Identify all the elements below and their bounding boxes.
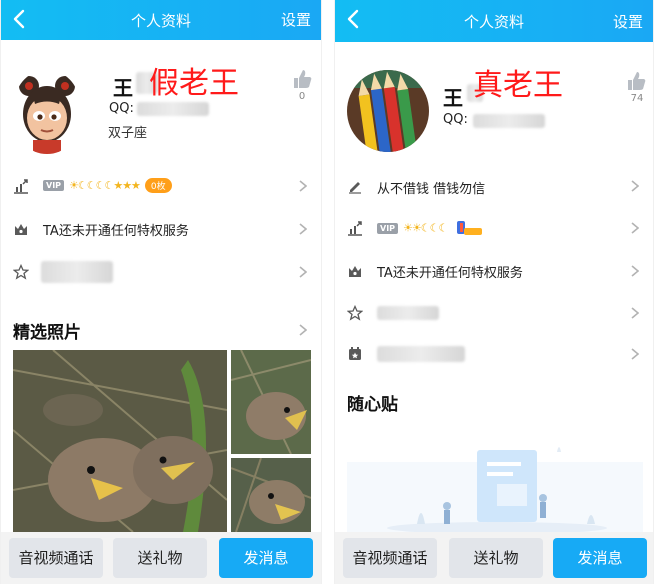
profile-name: 王 <box>113 76 133 100</box>
notes-heading: 随心贴 <box>347 395 398 415</box>
annotation-text: 真老王 <box>473 68 563 103</box>
action-bar: 音视频通话 送礼物 发消息 <box>335 532 653 584</box>
chevron-right-icon <box>631 348 639 360</box>
profile-panel-left: 个人资料 设置 王 假老王 QQ: 双子座 0 VIP ☀☾☾☾☾★★★ 0枚 … <box>0 0 322 584</box>
privilege-row[interactable]: TA还未开通任何特权服务 <box>1 209 321 249</box>
level-info: VIP ☀☾☾☾☾★★★ 0枚 <box>43 178 172 193</box>
chevron-right-icon <box>631 222 639 234</box>
top-bar: 个人资料 设置 <box>335 0 653 42</box>
vip-badge: VIP <box>377 222 399 234</box>
profile-name: 王 <box>443 86 463 110</box>
video-call-button[interactable]: 音视频通话 <box>9 538 103 578</box>
page-title: 个人资料 <box>130 12 191 30</box>
edit-icon <box>349 182 361 194</box>
chevron-right-icon <box>631 265 639 277</box>
redacted-text <box>377 306 439 320</box>
rank-icon <box>348 221 362 236</box>
like-count: 74 <box>630 93 644 104</box>
qq-label: QQ: <box>109 101 134 116</box>
qq-label: QQ: <box>443 112 468 127</box>
photos-heading: 精选照片 <box>13 323 81 343</box>
vip-badge: VIP <box>43 180 65 191</box>
level-icons: ☀☾☾☾☾★★★ <box>69 179 141 192</box>
redacted-text <box>41 261 113 283</box>
photo-side-bottom[interactable] <box>231 458 311 532</box>
redacted-qq <box>137 102 209 116</box>
chevron-right-icon <box>299 180 307 192</box>
calendar-icon <box>349 347 361 360</box>
photo-main[interactable] <box>13 350 227 532</box>
page-title: 个人资料 <box>463 13 524 31</box>
send-message-button[interactable]: 发消息 <box>553 538 647 578</box>
redacted-qq <box>473 114 545 128</box>
settings-link[interactable]: 设置 <box>281 9 311 30</box>
medal-icon <box>457 221 483 235</box>
chevron-right-icon <box>299 266 307 278</box>
photo-side-top[interactable] <box>231 350 311 454</box>
thumbs-up-icon[interactable] <box>625 70 647 92</box>
signature-row[interactable]: 从不借钱 借钱勿信 <box>335 166 653 206</box>
crown-icon <box>349 266 361 277</box>
avatar[interactable] <box>15 70 79 154</box>
privilege-text: TA还未开通任何特权服务 <box>377 266 523 281</box>
send-gift-button[interactable]: 送礼物 <box>113 538 207 578</box>
profile-panel-right: 个人资料 设置 王 真老王 QQ: 74 从不借钱 借钱勿信 VIP ☀☀☾☾☾… <box>334 0 654 584</box>
comparison-screenshot: 个人资料 设置 王 假老王 QQ: 双子座 0 VIP ☀☾☾☾☾★★★ 0枚 … <box>0 0 654 584</box>
star-icon <box>347 305 363 321</box>
level-info: VIP ☀☀☾☾☾ <box>377 220 483 236</box>
favorites-row[interactable] <box>1 252 321 292</box>
level-row[interactable]: VIP ☀☀☾☾☾ <box>335 208 653 248</box>
calendar-row[interactable] <box>335 334 653 374</box>
signature-text: 从不借钱 借钱勿信 <box>377 182 486 197</box>
level-row[interactable]: VIP ☀☾☾☾☾★★★ 0枚 <box>1 166 321 206</box>
top-bar: 个人资料 设置 <box>1 0 321 40</box>
crown-icon <box>15 224 27 235</box>
avatar[interactable] <box>347 70 429 152</box>
redacted-text <box>377 346 465 362</box>
video-call-button[interactable]: 音视频通话 <box>343 538 437 578</box>
chevron-right-icon <box>631 180 639 192</box>
privilege-text: TA还未开通任何特权服务 <box>43 224 189 239</box>
rank-icon <box>14 179 28 194</box>
empty-state-illustration <box>347 447 643 532</box>
settings-link[interactable]: 设置 <box>613 11 643 32</box>
privilege-row[interactable]: TA还未开通任何特权服务 <box>335 251 653 291</box>
annotation-text: 假老王 <box>149 66 239 101</box>
chevron-right-icon <box>299 223 307 235</box>
star-icon <box>13 264 29 280</box>
like-count: 0 <box>298 91 306 102</box>
chevron-right-icon[interactable] <box>299 324 307 336</box>
action-bar: 音视频通话 送礼物 发消息 <box>1 532 321 584</box>
send-message-button[interactable]: 发消息 <box>219 538 313 578</box>
chevron-right-icon <box>631 307 639 319</box>
coin-badge: 0枚 <box>144 178 172 193</box>
thumbs-up-icon[interactable] <box>291 68 313 90</box>
level-icons: ☀☀☾☾☾ <box>403 221 448 235</box>
favorites-row[interactable] <box>335 293 653 333</box>
send-gift-button[interactable]: 送礼物 <box>449 538 543 578</box>
zodiac-sign: 双子座 <box>108 126 148 141</box>
